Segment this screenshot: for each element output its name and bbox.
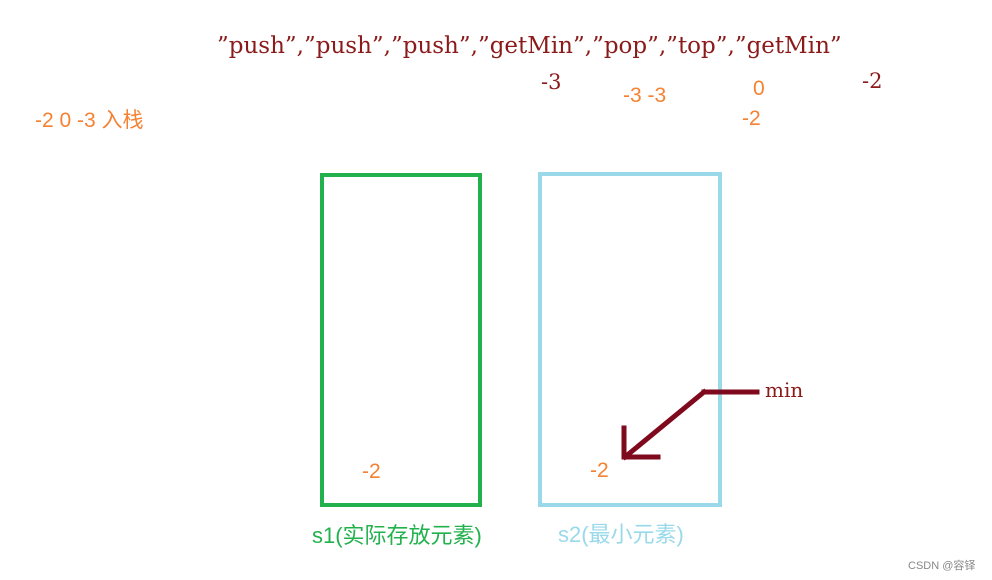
arrow-shaft-line: [621, 388, 708, 461]
watermark: CSDN @容铎: [908, 560, 976, 572]
min-pointer-arrow-icon: [621, 388, 760, 461]
min-pointer-label: min: [765, 378, 804, 402]
